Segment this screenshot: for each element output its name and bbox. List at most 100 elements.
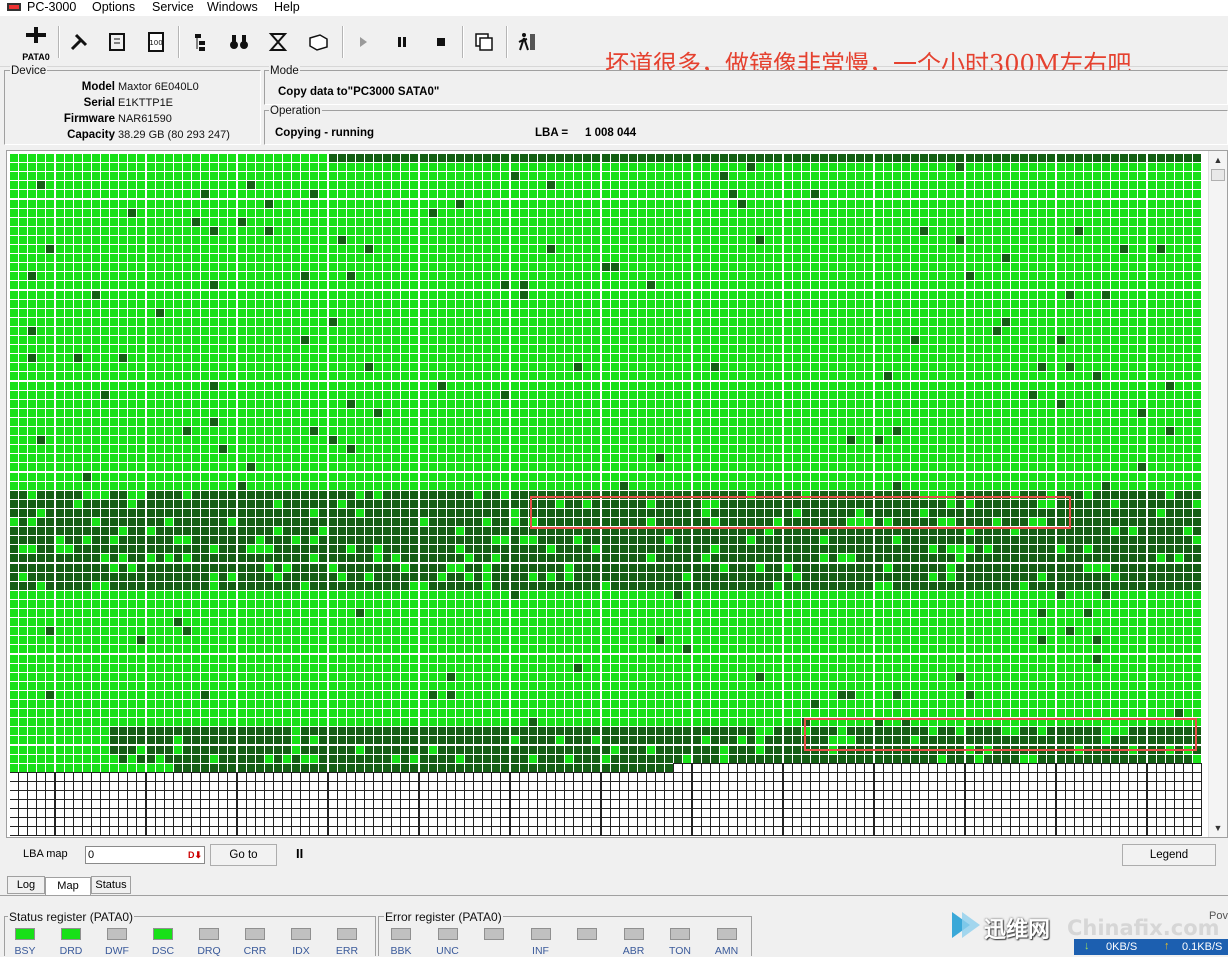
lba-block [83,227,91,235]
lba-block [856,218,864,226]
test-button[interactable]: 100 [140,26,172,58]
lba-block [65,218,73,226]
operation-panel: Operation Copying - running LBA = 1 008 … [264,110,1228,145]
lba-block [401,245,409,253]
tree-button[interactable] [184,26,216,58]
lba-block [201,227,209,235]
lba-block [847,218,855,226]
lba-block [1093,227,1101,235]
lba-block [447,154,455,162]
lba-block [283,209,291,217]
lba-block [765,218,773,226]
lba-block [747,245,755,253]
lba-block [802,154,810,162]
lba-block [538,200,546,208]
lba-block [966,245,974,253]
lba-block [711,236,719,244]
lba-block [1002,181,1010,189]
lba-block [938,190,946,198]
lba-block [1047,218,1055,226]
menu-windows[interactable]: Windows [207,0,258,15]
drive-button[interactable] [302,26,334,58]
menu-options[interactable]: Options [92,0,135,15]
lba-block [338,181,346,189]
lba-block [820,154,828,162]
stop-button[interactable] [425,26,457,58]
lba-block [884,172,892,180]
lba-block [538,227,546,235]
lba-block [46,163,54,171]
lba-block [1002,236,1010,244]
lba-block [165,154,173,162]
play-button[interactable] [347,26,379,58]
lba-block [511,181,519,189]
lba-block [820,200,828,208]
lba-block [210,190,218,198]
lba-block [784,227,792,235]
scroll-button[interactable] [101,26,133,58]
lba-block [365,200,373,208]
lba-block [529,163,537,171]
lba-block [902,218,910,226]
lba-block [374,181,382,189]
lba-block [875,154,883,162]
exit-button[interactable] [511,26,543,58]
lba-block [865,154,873,162]
lba-block [592,245,600,253]
lba-block [1057,200,1065,208]
menu-service[interactable]: Service [152,0,194,15]
lba-block [401,172,409,180]
lba-block [556,236,564,244]
lba-block [1075,245,1083,253]
lba-block [292,172,300,180]
lba-block [74,209,82,217]
copy-button[interactable] [468,26,500,58]
lba-block [683,245,691,253]
search-button[interactable] [223,26,255,58]
lba-block [46,218,54,226]
pata0-port-button[interactable]: PATA0 [18,22,54,62]
lba-block [847,163,855,171]
lba-block [711,245,719,253]
lba-block [720,172,728,180]
lba-block [1102,200,1110,208]
lba-block [1011,209,1019,217]
lba-block [629,227,637,235]
lba-block [310,245,318,253]
lba-block [420,181,428,189]
lba-block [638,218,646,226]
lba-block [501,154,509,162]
lba-block [547,154,555,162]
lba-block [1193,172,1201,180]
pause-button[interactable] [386,26,418,58]
lba-block [583,209,591,217]
lba-block [647,209,655,217]
lba-block [820,236,828,244]
lba-block [92,245,100,253]
press-button[interactable] [262,26,294,58]
lba-block [392,209,400,217]
lba-block [774,227,782,235]
lba-block [28,163,36,171]
lba-block [165,172,173,180]
lba-block [574,172,582,180]
tools-button[interactable] [63,26,95,58]
lba-block [1148,245,1156,253]
menu-help[interactable]: Help [274,0,300,15]
lba-block [956,172,964,180]
lba-block [374,218,382,226]
lba-block [46,200,54,208]
pause-icon [391,31,413,53]
binoculars-icon [228,31,250,53]
lba-block [128,172,136,180]
lba-block [74,254,82,262]
lba-block [538,181,546,189]
lba-block [938,163,946,171]
lba-block [747,236,755,244]
lba-block [1066,227,1074,235]
lba-block [447,163,455,171]
lba-block [483,154,491,162]
lba-block [1084,245,1092,253]
lba-block [265,245,273,253]
lba-block [1138,154,1146,162]
